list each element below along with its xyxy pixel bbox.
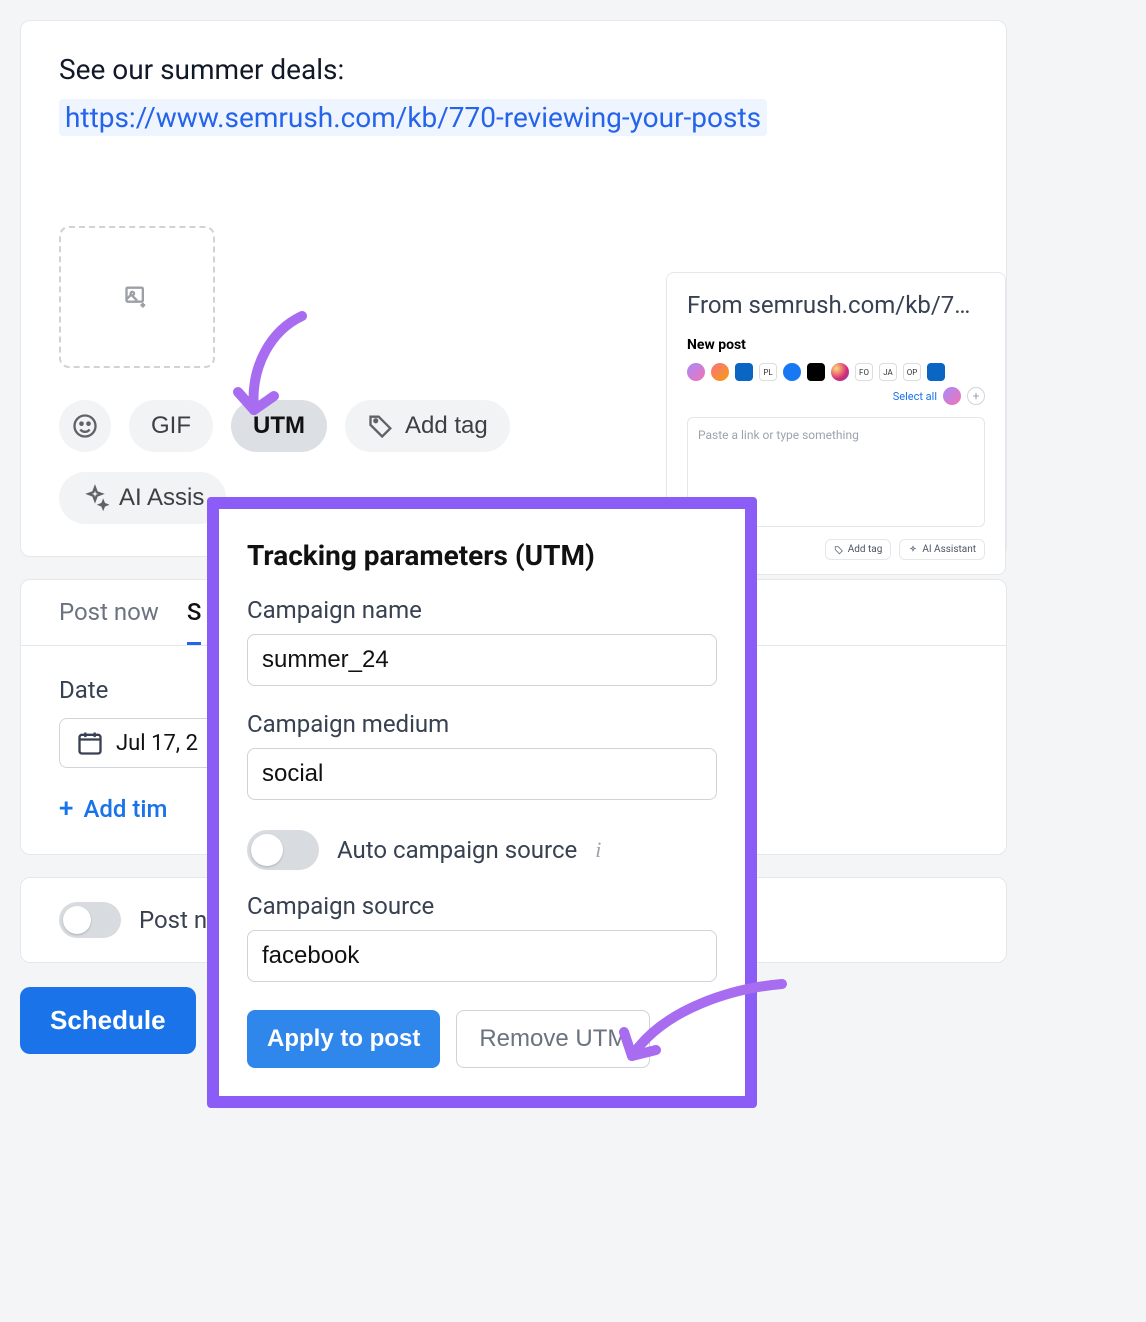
campaign-source-label: Campaign source — [247, 892, 717, 920]
auto-source-label: Auto campaign source — [337, 836, 577, 864]
campaign-name-input[interactable] — [247, 634, 717, 686]
profile-avatar[interactable] — [943, 387, 961, 405]
profile-avatar-linkedin[interactable] — [927, 363, 945, 381]
preview-new-post-title: New post — [687, 337, 985, 353]
profile-avatar-x[interactable] — [807, 363, 825, 381]
profile-avatar-linkedin[interactable] — [735, 363, 753, 381]
gif-button[interactable]: GIF — [129, 400, 213, 452]
ai-assistant-button[interactable]: AI Assis — [59, 472, 226, 524]
utm-label: UTM — [253, 412, 305, 440]
auto-source-row: Auto campaign source i — [247, 830, 717, 870]
emoji-button[interactable] — [59, 400, 111, 452]
emoji-icon — [71, 412, 99, 440]
profile-avatar[interactable]: FO — [855, 363, 873, 381]
schedule-button[interactable]: Schedule — [20, 987, 196, 1054]
campaign-source-input[interactable] — [247, 930, 717, 982]
compose-link[interactable]: https://www.semrush.com/kb/770-reviewing… — [59, 99, 767, 136]
profile-avatar-facebook[interactable] — [783, 363, 801, 381]
profile-avatar[interactable] — [687, 363, 705, 381]
utm-popover: Tracking parameters (UTM) Campaign name … — [207, 497, 757, 1108]
profile-avatar[interactable]: PL — [759, 363, 777, 381]
utm-actions: Apply to post Remove UTM — [247, 1010, 717, 1068]
image-add-icon — [123, 283, 151, 311]
auto-source-toggle[interactable] — [247, 830, 319, 870]
compose-prefix-text: See our summer deals: — [59, 49, 968, 91]
post-multiple-label: Post n — [139, 906, 207, 934]
tag-icon — [367, 412, 395, 440]
remove-utm-button[interactable]: Remove UTM — [456, 1010, 650, 1068]
apply-to-post-button[interactable]: Apply to post — [247, 1010, 440, 1068]
profile-avatar[interactable] — [711, 363, 729, 381]
campaign-medium-input[interactable] — [247, 748, 717, 800]
add-profile-button[interactable]: + — [967, 387, 985, 405]
tag-icon — [834, 545, 844, 555]
date-value: Jul 17, 2 — [116, 731, 198, 756]
preview-from-text: From semrush.com/kb/7… — [687, 291, 985, 319]
preview-ai-assistant-chip[interactable]: AI Assistant — [899, 539, 985, 560]
profile-avatar-row: PL FO JA OP Select all + — [687, 363, 985, 405]
tab-post-now[interactable]: Post now — [59, 598, 159, 645]
add-tag-label: Add tag — [405, 412, 488, 440]
preview-add-tag-label: Add tag — [848, 544, 883, 555]
profile-avatar[interactable]: JA — [879, 363, 897, 381]
select-all-link[interactable]: Select all — [893, 390, 937, 403]
composer-card: See our summer deals: https://www.semrus… — [20, 20, 1007, 557]
post-multiple-toggle[interactable] — [59, 902, 121, 938]
add-time-label: Add tim — [83, 795, 167, 823]
ai-assistant-label: AI Assis — [119, 484, 204, 512]
date-picker[interactable]: Jul 17, 2 — [59, 718, 219, 768]
gif-label: GIF — [151, 412, 191, 440]
campaign-name-label: Campaign name — [247, 596, 717, 624]
sparkle-icon — [81, 484, 109, 512]
add-tag-button[interactable]: Add tag — [345, 400, 510, 452]
info-icon[interactable]: i — [595, 837, 601, 863]
plus-icon: + — [59, 794, 73, 824]
preview-ai-label: AI Assistant — [922, 544, 976, 555]
profile-avatar[interactable]: OP — [903, 363, 921, 381]
tab-schedule[interactable]: S — [187, 598, 202, 645]
profile-avatar-instagram[interactable] — [831, 363, 849, 381]
sparkle-icon — [908, 545, 918, 555]
campaign-medium-label: Campaign medium — [247, 710, 717, 738]
utm-popover-title: Tracking parameters (UTM) — [247, 539, 717, 572]
utm-button[interactable]: UTM — [231, 400, 327, 452]
preview-add-tag-chip[interactable]: Add tag — [825, 539, 892, 560]
media-upload-dropzone[interactable] — [59, 226, 215, 368]
calendar-icon — [76, 729, 104, 757]
